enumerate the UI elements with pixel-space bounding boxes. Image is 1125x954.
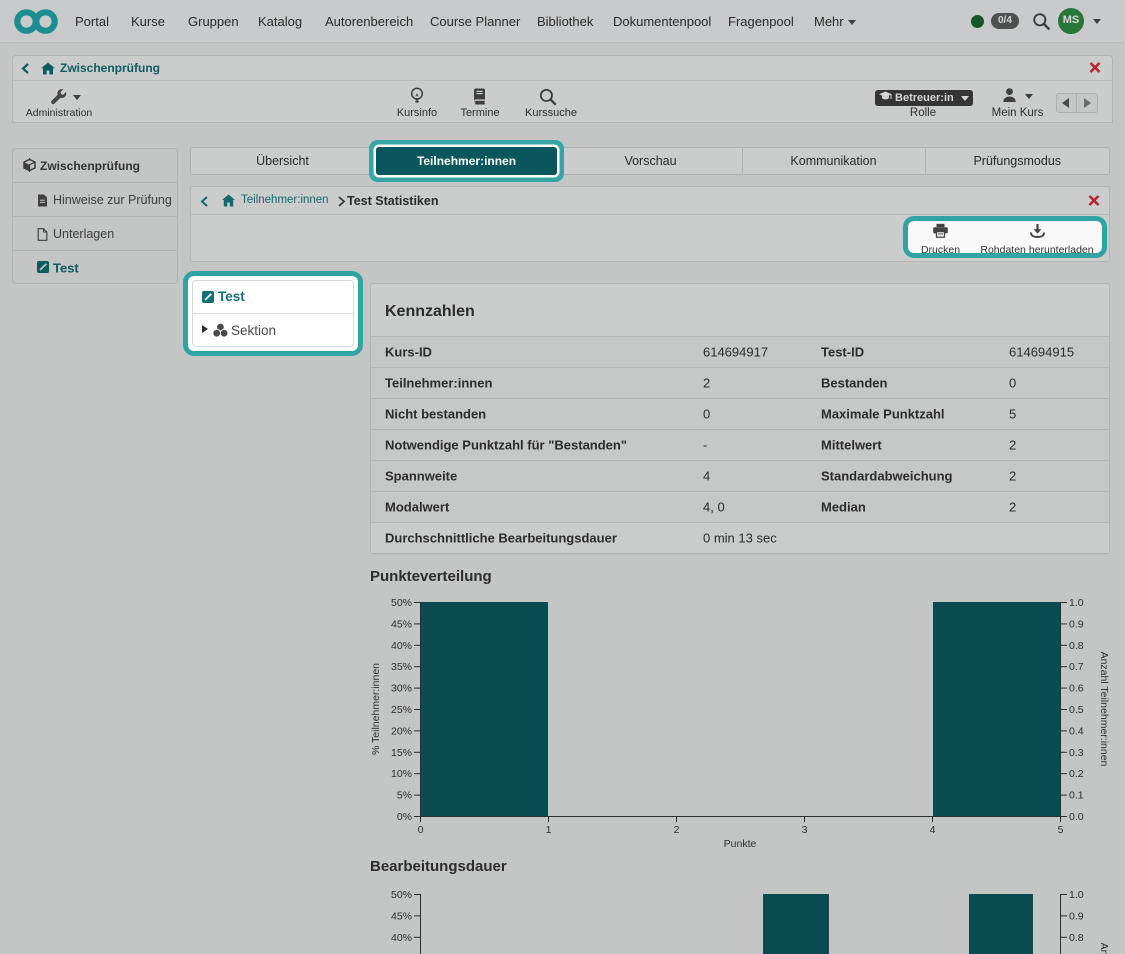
svg-text:50%: 50% bbox=[391, 597, 412, 609]
svg-text:45%: 45% bbox=[391, 618, 412, 630]
svg-text:10%: 10% bbox=[391, 768, 412, 780]
svg-text:45%: 45% bbox=[391, 910, 412, 922]
svg-text:% Teilnehmer:innen: % Teilnehmer:innen bbox=[370, 663, 382, 755]
svg-text:1.0: 1.0 bbox=[1069, 597, 1084, 609]
svg-text:35%: 35% bbox=[391, 661, 412, 673]
svg-text:Anzahl Teilnehmer:innen: Anzahl Teilnehmer:innen bbox=[1098, 943, 1110, 954]
svg-text:4: 4 bbox=[930, 824, 936, 836]
svg-text:0: 0 bbox=[418, 824, 424, 836]
svg-text:0.7: 0.7 bbox=[1069, 661, 1084, 673]
svg-text:0.8: 0.8 bbox=[1069, 932, 1084, 944]
svg-text:0%: 0% bbox=[397, 811, 412, 823]
svg-text:25%: 25% bbox=[391, 704, 412, 716]
svg-text:Punkte: Punkte bbox=[724, 838, 757, 850]
svg-text:50%: 50% bbox=[391, 889, 412, 901]
svg-text:20%: 20% bbox=[391, 725, 412, 737]
svg-text:0.6: 0.6 bbox=[1069, 683, 1084, 695]
svg-text:15%: 15% bbox=[391, 747, 412, 759]
svg-text:0.3: 0.3 bbox=[1069, 747, 1084, 759]
svg-text:0.9: 0.9 bbox=[1069, 618, 1084, 630]
svg-text:0.5: 0.5 bbox=[1069, 704, 1084, 716]
svg-text:1: 1 bbox=[546, 824, 552, 836]
svg-text:5: 5 bbox=[1058, 824, 1064, 836]
svg-text:0.0: 0.0 bbox=[1069, 811, 1084, 823]
svg-text:0.9: 0.9 bbox=[1069, 910, 1084, 922]
svg-text:5%: 5% bbox=[397, 790, 412, 802]
svg-text:0.8: 0.8 bbox=[1069, 640, 1084, 652]
svg-text:1.0: 1.0 bbox=[1069, 889, 1084, 901]
svg-text:3: 3 bbox=[802, 824, 808, 836]
svg-text:0.2: 0.2 bbox=[1069, 768, 1084, 780]
svg-text:0.4: 0.4 bbox=[1069, 725, 1084, 737]
svg-text:40%: 40% bbox=[391, 932, 412, 944]
svg-text:2: 2 bbox=[674, 824, 680, 836]
svg-text:30%: 30% bbox=[391, 683, 412, 695]
svg-text:0.1: 0.1 bbox=[1069, 790, 1084, 802]
svg-text:Anzahl Teilnehmer:innen: Anzahl Teilnehmer:innen bbox=[1098, 652, 1110, 767]
svg-text:40%: 40% bbox=[391, 640, 412, 652]
